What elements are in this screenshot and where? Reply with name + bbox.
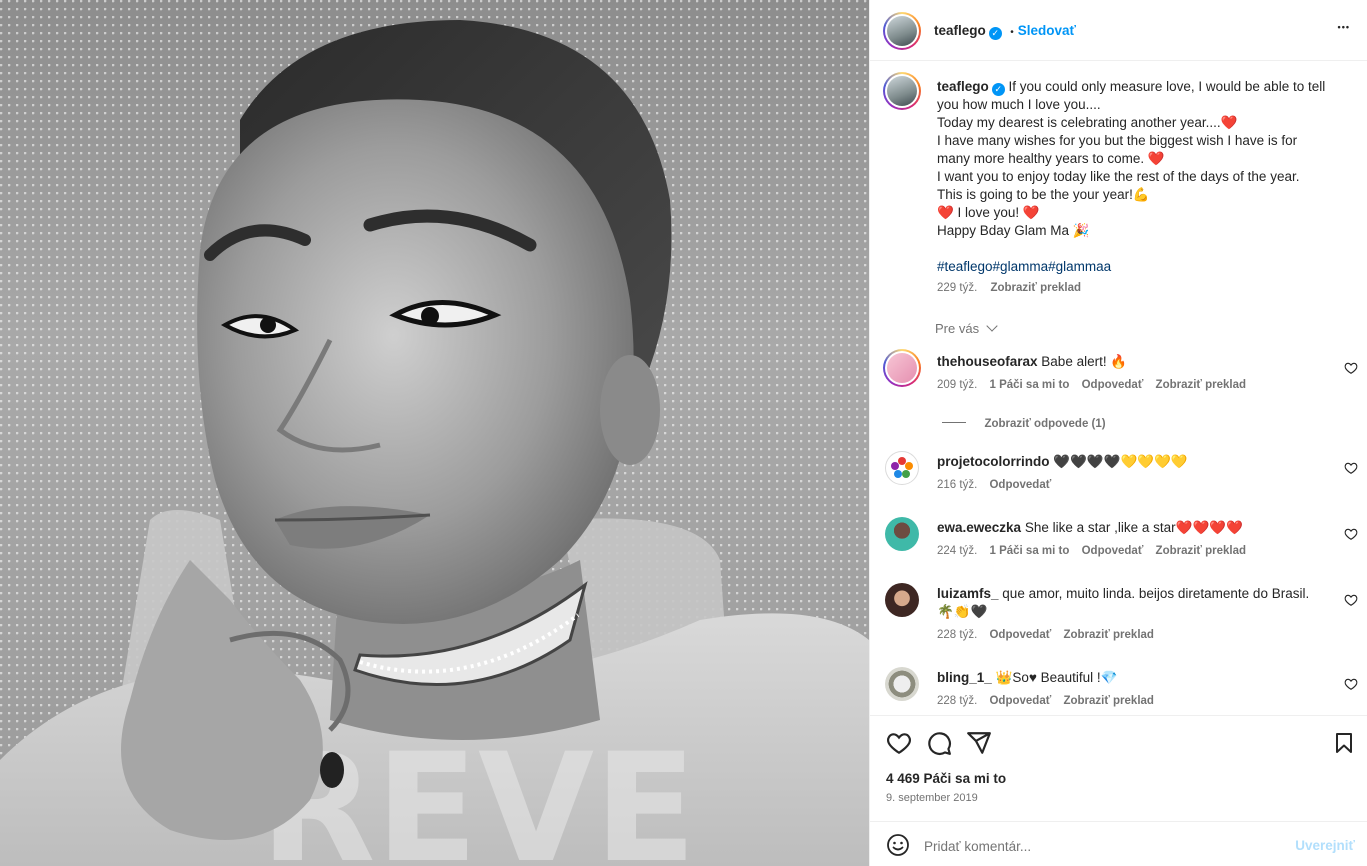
comment-text: 🖤🖤🖤🖤💛💛💛💛 [1053,454,1188,469]
replies-line [942,422,966,423]
comment-time[interactable]: 209 týž. [937,379,977,391]
commenter-avatar[interactable] [885,517,919,551]
reply-button[interactable]: Odpovedať [989,629,1051,641]
post-header: teaflego ✓ • Sledovať ••• [870,0,1367,60]
like-comment-icon[interactable] [1344,593,1358,607]
caption-time[interactable]: 229 týž. [937,282,977,294]
comment-item: thehouseofarax Babe alert! 🔥 209 týž. 1 … [870,347,1367,407]
caption-hashtags[interactable]: #teaflego#glamma#glammaa [937,258,1349,276]
actions-divider [870,715,1367,716]
commenter-avatar[interactable] [885,583,919,617]
translate-link[interactable]: Zobraziť preklad [1063,629,1154,641]
caption-line: If you could only measure love, I would … [1008,79,1326,94]
author-avatar[interactable] [883,12,921,50]
verified-badge-icon: ✓ [991,83,1005,96]
translate-link[interactable]: Zobraziť preklad [1156,545,1247,557]
caption-line: Today my dearest is celebrating another … [937,115,1238,130]
comment-text: She like a star ,like a star❤️❤️❤️❤️ [1024,520,1243,535]
post-detail-panel: teaflego ✓ • Sledovať ••• teaflego ✓ If you… [869,0,1367,866]
share-icon[interactable] [966,730,992,756]
follow-button[interactable]: Sledovať [1018,23,1076,38]
commenter-avatar[interactable] [883,349,921,387]
comment-time[interactable]: 224 týž. [937,545,977,557]
author-username[interactable]: teaflego [934,23,986,38]
caption-line: This is going to be the your year!💪 [937,187,1150,202]
caption-line: I have many wishes for you but the bigge… [937,133,1298,148]
comment-likes[interactable]: 1 Páči sa mi to [989,379,1069,391]
comment-text: Babe alert! 🔥 [1041,354,1128,369]
comment-box-divider [870,821,1367,822]
portrait-image: REVE [0,20,869,866]
chevron-down-icon [986,320,998,332]
more-options-icon[interactable]: ••• [1338,22,1350,32]
caption: teaflego ✓ If you could only measure love… [937,78,1349,294]
like-icon[interactable] [886,730,912,756]
comment-text: que amor, muito linda. beijos diretament… [1002,586,1310,601]
comment-icon[interactable] [926,730,952,756]
like-comment-icon[interactable] [1344,461,1358,475]
translate-link[interactable]: Zobraziť preklad [1156,379,1247,391]
add-comment-input[interactable] [922,834,1286,858]
caption-author-avatar[interactable] [883,72,921,110]
comment-username[interactable]: ewa.eweczka [937,520,1021,535]
view-replies-toggle[interactable]: Zobraziť odpovede (1) [942,414,1106,432]
comment-item: luizamfs_ que amor, muito linda. beijos … [870,579,1367,649]
comment-time[interactable]: 228 týž. [937,629,977,641]
caption-username[interactable]: teaflego [937,79,989,94]
caption-line: ❤️ I love you! ❤️ [937,205,1040,220]
like-comment-icon[interactable] [1344,677,1358,691]
separator-dot: • [1010,27,1014,38]
comment-text: 👑So♥ Beautiful !💎 [995,670,1118,685]
comment-time[interactable]: 216 týž. [937,479,977,491]
post-comment-button[interactable]: Uverejniť [1295,838,1355,853]
likes-count[interactable]: 4 469 Páči sa mi to [886,771,1006,786]
commenter-avatar[interactable] [885,667,919,701]
emoji-icon[interactable] [886,833,910,857]
comment-username[interactable]: luizamfs_ [937,586,999,601]
comments-scroll-area[interactable]: teaflego ✓ If you could only measure love… [870,61,1367,715]
sort-label: Pre vás [935,321,980,336]
like-comment-icon[interactable] [1344,527,1358,541]
caption-line: you how much I love you.... [937,97,1101,112]
colorful-logo-icon [891,457,913,478]
like-comment-icon[interactable] [1344,361,1358,375]
bookmark-icon[interactable] [1332,730,1356,756]
reply-button[interactable]: Odpovedať [989,479,1051,491]
comment-username[interactable]: thehouseofarax [937,354,1038,369]
svg-text:REVE: REVE [260,722,697,866]
comment-item: projetocolorrindo 🖤🖤🖤🖤💛💛💛💛 216 týž. Odpo… [870,447,1367,507]
commenter-avatar[interactable] [885,451,919,485]
comment-item: bling_1_ 👑So♥ Beautiful !💎 228 týž. Odpo… [870,663,1367,715]
translate-link[interactable]: Zobraziť preklad [1063,695,1154,707]
comment-text-continued: 🌴👏🖤 [937,604,988,619]
view-replies-label: Zobraziť odpovede (1) [984,418,1106,430]
reply-button[interactable]: Odpovedať [989,695,1051,707]
comment-item: ewa.eweczka She like a star ,like a star… [870,513,1367,573]
caption-line: many more healthy years to come. ❤️ [937,151,1165,166]
comment-username[interactable]: bling_1_ [937,670,992,685]
comment-time[interactable]: 228 týž. [937,695,977,707]
comment-username[interactable]: projetocolorrindo [937,454,1050,469]
caption-line: I want you to enjoy today like the rest … [937,169,1300,184]
post-photo[interactable]: REVE [0,0,869,866]
verified-badge-icon: ✓ [988,27,1002,40]
reply-button[interactable]: Odpovedať [1082,379,1144,391]
reply-button[interactable]: Odpovedať [1082,545,1144,557]
caption-translate-link[interactable]: Zobraziť preklad [990,282,1081,294]
caption-line: Happy Bday Glam Ma 🎉 [937,223,1090,238]
comment-likes[interactable]: 1 Páči sa mi to [989,545,1069,557]
post-date[interactable]: 9. september 2019 [886,792,978,804]
sort-dropdown[interactable]: Pre vás [935,320,998,336]
